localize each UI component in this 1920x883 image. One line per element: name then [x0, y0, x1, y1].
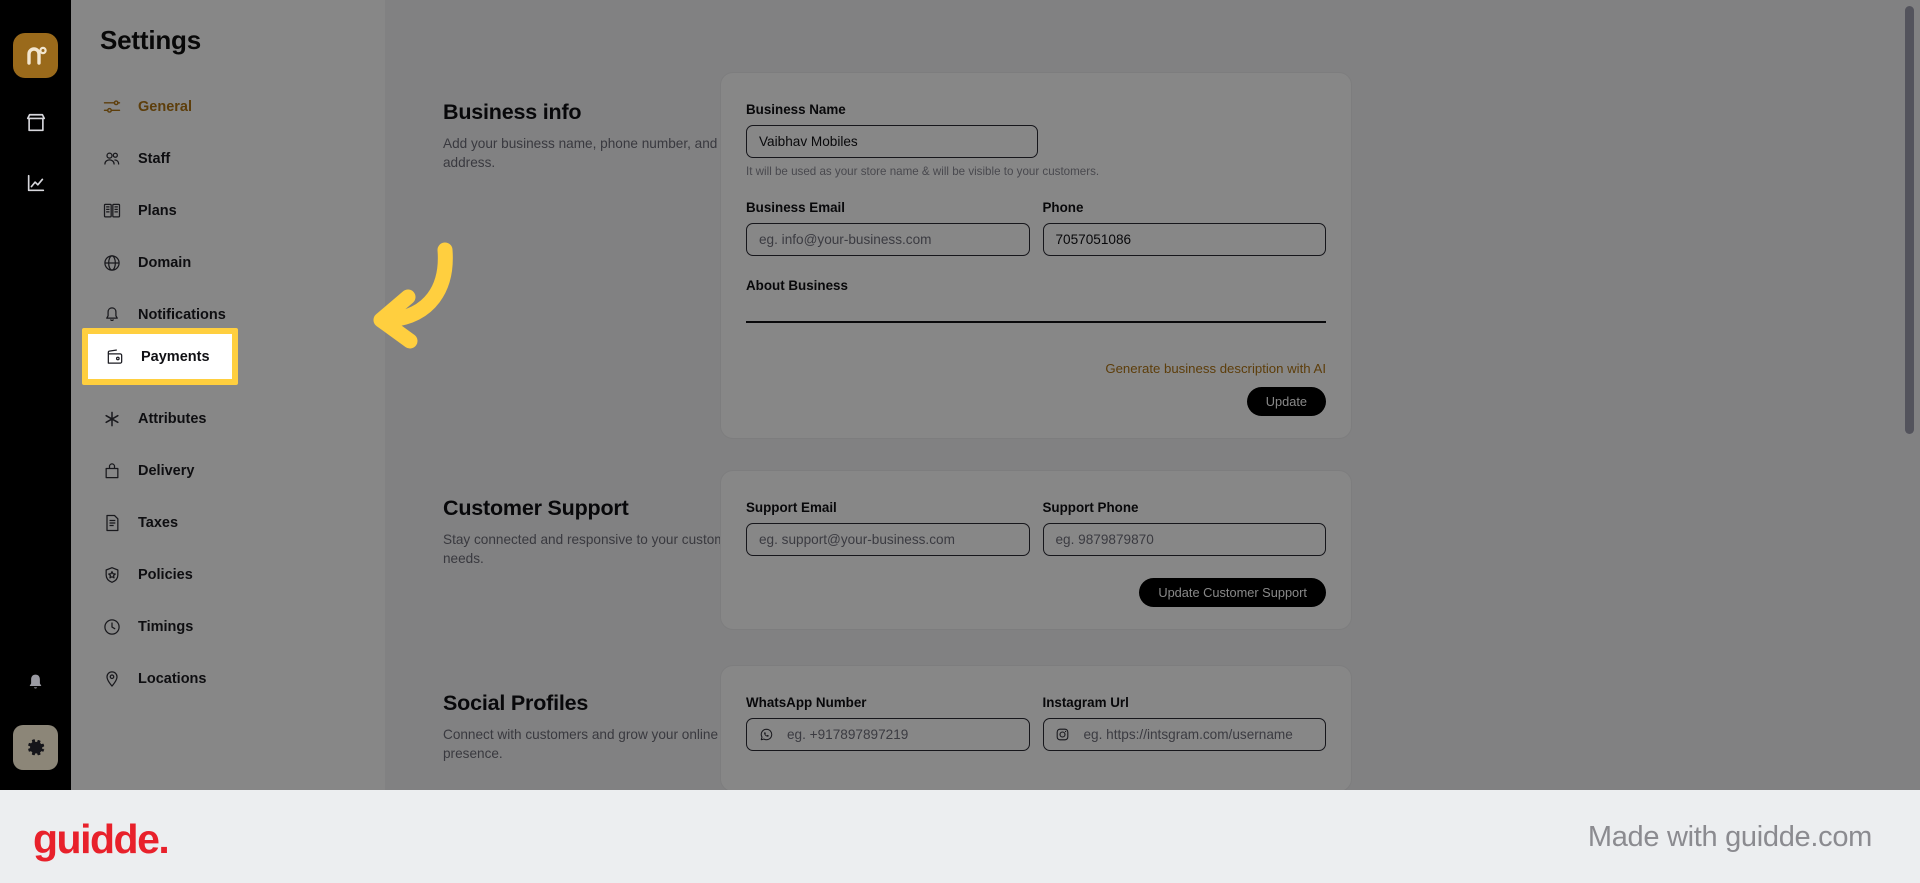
support-phone-label: Support Phone	[1042, 500, 1139, 515]
app-window: Settings General Staff Plans Domain Noti…	[0, 0, 1920, 790]
plans-book-icon	[101, 200, 123, 222]
support-email-group: Support Email	[746, 500, 1030, 556]
sidebar-item-timings[interactable]: Timings	[71, 606, 385, 647]
sidebar-item-label: Staff	[138, 150, 171, 167]
users-icon	[101, 148, 123, 170]
store-icon[interactable]	[13, 100, 58, 145]
whatsapp-label: WhatsApp Number	[746, 695, 867, 710]
business-email-group: Business Email	[746, 200, 1030, 256]
sliders-icon	[101, 96, 123, 118]
sidebar-item-label: Delivery	[138, 462, 195, 479]
sidebar-item-staff[interactable]: Staff	[71, 138, 385, 179]
sidebar-item-label: Attributes	[138, 410, 207, 427]
support-email-input[interactable]	[746, 523, 1030, 556]
guidde-logo: guidde.	[33, 816, 170, 862]
update-customer-support-button[interactable]: Update Customer Support	[1139, 578, 1326, 607]
support-phone-input[interactable]	[1042, 523, 1326, 556]
customer-support-card: Support Email Support Phone Update Custo…	[720, 470, 1352, 630]
sidebar-item-policies[interactable]: Policies	[71, 554, 385, 595]
social-profiles-card: WhatsApp Number Instagr	[720, 665, 1352, 790]
business-name-label: Business Name	[746, 102, 846, 117]
sidebar-item-label: Plans	[138, 202, 177, 219]
sidebar-item-taxes[interactable]: Taxes	[71, 502, 385, 543]
sidebar-item-general[interactable]: General	[71, 86, 385, 127]
business-email-label: Business Email	[746, 200, 845, 215]
sidebar-item-delivery[interactable]: Delivery	[71, 450, 385, 491]
business-name-helper: It will be used as your store name & wil…	[746, 165, 1100, 178]
sidebar-item-label: Policies	[138, 566, 193, 583]
bell-icon	[101, 304, 123, 326]
whatsapp-group: WhatsApp Number	[746, 695, 1030, 751]
business-email-input[interactable]	[746, 223, 1030, 256]
globe-icon	[101, 252, 123, 274]
settings-content: Business info Add your business name, ph…	[385, 0, 1920, 790]
instagram-label: Instagram Url	[1042, 695, 1129, 710]
sidebar-item-label: General	[138, 98, 192, 115]
icon-rail	[0, 0, 71, 790]
about-business-input[interactable]	[746, 297, 1326, 323]
sidebar-item-label: Taxes	[138, 514, 179, 531]
sidebar-item-label: Domain	[138, 254, 192, 271]
business-name-input[interactable]	[746, 125, 1038, 158]
update-business-button[interactable]: Update	[1246, 387, 1326, 416]
phone-label: Phone	[1042, 200, 1084, 215]
sidebar-item-label: Locations	[138, 670, 207, 687]
made-with-guidde-text: Made with guidde.com	[1587, 821, 1872, 853]
sidebar-item-attributes[interactable]: Attributes	[71, 398, 385, 439]
payments-highlight-box: Payments	[82, 328, 238, 385]
tax-document-icon	[101, 512, 123, 534]
support-phone-group: Support Phone	[1042, 500, 1326, 556]
instagram-group: Instagram Url	[1042, 695, 1326, 751]
about-business-label: About Business	[746, 278, 848, 293]
whatsapp-icon	[758, 727, 774, 743]
bag-icon	[101, 460, 123, 482]
business-info-card: Business Name It will be used as your st…	[720, 72, 1352, 439]
sidebar-item-plans[interactable]: Plans	[71, 190, 385, 231]
whatsapp-input[interactable]	[746, 718, 1030, 751]
instagram-input[interactable]	[1042, 718, 1326, 751]
sidebar-item-locations[interactable]: Locations	[71, 658, 385, 699]
sidebar-item-label: Payments	[141, 348, 210, 365]
page-title: Settings	[100, 25, 201, 55]
sidebar-item-label: Timings	[138, 618, 194, 635]
analytics-chart-icon[interactable]	[13, 160, 58, 205]
support-email-label: Support Email	[746, 500, 837, 515]
asterisk-icon	[101, 408, 123, 430]
phone-input[interactable]	[1042, 223, 1326, 256]
wallet-icon	[104, 346, 126, 368]
location-pin-icon	[101, 668, 123, 690]
bell-icon[interactable]	[13, 660, 58, 705]
clock-icon	[101, 616, 123, 638]
sidebar-item-payments[interactable]: Payments	[88, 334, 232, 379]
settings-sidebar: Settings General Staff Plans Domain Noti…	[71, 0, 385, 790]
sidebar-item-domain[interactable]: Domain	[71, 242, 385, 283]
instagram-icon	[1055, 727, 1071, 743]
phone-group: Phone	[1042, 200, 1326, 256]
vertical-scrollbar[interactable]	[1905, 6, 1914, 434]
generate-ai-link[interactable]: Generate business description with AI	[746, 361, 1326, 376]
guidde-footer: guidde. Made with guidde.com	[0, 790, 1920, 883]
shield-star-icon	[101, 564, 123, 586]
nowgo-logo-icon[interactable]	[13, 33, 58, 78]
settings-nav: General Staff Plans Domain Notifications…	[71, 86, 385, 710]
sidebar-item-label: Notifications	[138, 306, 226, 323]
gear-icon[interactable]	[13, 725, 58, 770]
